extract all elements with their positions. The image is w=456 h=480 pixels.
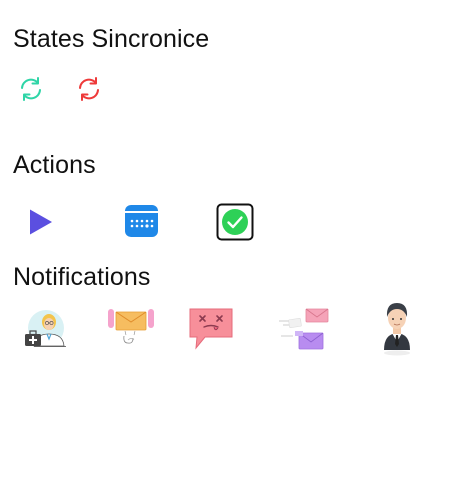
- sync-error-icon[interactable]: [76, 76, 102, 102]
- doctor-icon: [20, 308, 68, 348]
- sync-ok-icon[interactable]: [18, 76, 44, 102]
- mail-hands-icon: [106, 307, 156, 347]
- businessman-icon: [380, 300, 414, 356]
- flying-mail-icon: [275, 306, 331, 352]
- states-section-title: States Sincronice: [13, 25, 210, 53]
- error-chat-bubble-icon: [187, 306, 235, 352]
- calendar-icon[interactable]: [124, 204, 159, 238]
- checkbox-checked-icon[interactable]: [216, 203, 254, 241]
- actions-section-title: Actions: [13, 151, 96, 179]
- play-icon[interactable]: [28, 208, 54, 236]
- notifications-section-title: Notifications: [13, 263, 151, 291]
